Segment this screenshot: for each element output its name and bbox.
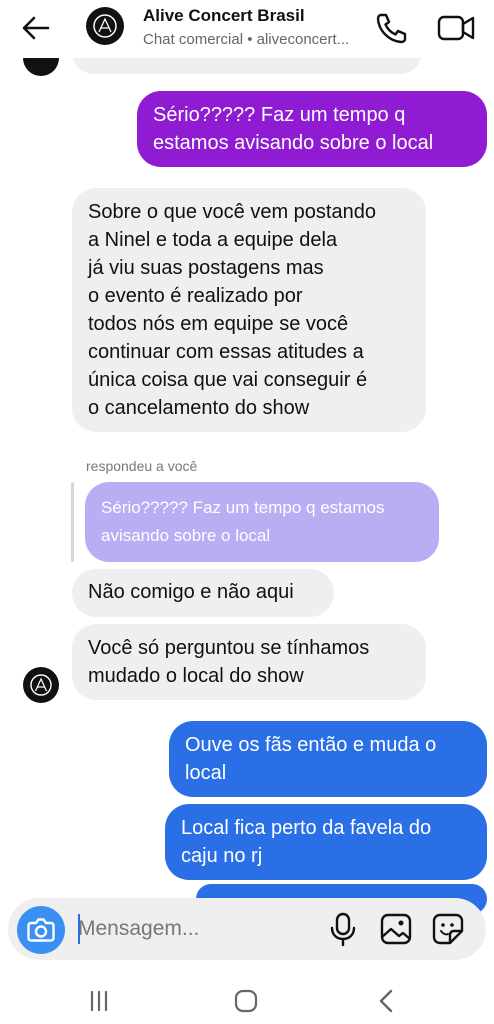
home-button[interactable] <box>231 986 261 1016</box>
message-line: a Ninel e toda a equipe dela <box>88 229 338 251</box>
message-line: Não comigo e não aqui <box>88 581 294 603</box>
message-line: Sobre o que você vem postando <box>88 201 376 223</box>
message-line: caju no rj <box>181 845 263 867</box>
sticker-button[interactable] <box>430 910 466 948</box>
page-title[interactable]: Alive Concert Brasil <box>143 6 305 26</box>
message-line: o evento é realizado por <box>88 285 303 307</box>
message-line: Ouve os fãs então e muda o <box>185 734 437 756</box>
avatar[interactable] <box>86 7 124 45</box>
message-bubble-sent[interactable]: Local fica perto da favela do caju no rj <box>165 804 487 880</box>
video-camera-icon <box>437 15 475 41</box>
system-back-button[interactable] <box>372 986 402 1016</box>
message-line: mudado o local do show <box>88 665 304 687</box>
reply-divider <box>71 482 74 562</box>
text-cursor <box>78 914 80 944</box>
reply-label: respondeu a você <box>86 458 198 474</box>
brand-logo-icon <box>93 14 117 38</box>
image-gallery-icon <box>380 913 412 945</box>
chat-header: Alive Concert Brasil Chat comercial • al… <box>0 0 494 58</box>
message-line: Você só perguntou se tínhamos <box>88 637 370 659</box>
message-line: Sério????? Faz um tempo q <box>153 104 406 126</box>
back-button[interactable] <box>18 10 54 46</box>
chat-subtitle[interactable]: Chat comercial • aliveconcert... <box>143 31 349 48</box>
call-button[interactable] <box>372 10 410 46</box>
microphone-icon <box>330 912 356 947</box>
home-icon <box>234 989 258 1013</box>
message-line: local <box>185 762 227 784</box>
message-bubble-received[interactable]: Você só perguntou se tínhamos mudado o l… <box>72 624 426 700</box>
message-line: já viu suas postagens mas <box>88 257 324 279</box>
message-bubble-sent[interactable]: Ouve os fãs então e muda o local <box>169 721 487 797</box>
recents-icon <box>90 990 108 1012</box>
message-bubble-received[interactable]: Não comigo e não aqui <box>72 569 334 617</box>
video-call-button[interactable] <box>436 10 476 46</box>
message-line: continuar com essas atitudes a <box>88 341 364 363</box>
message-line: todos nós em equipe se você <box>88 313 349 335</box>
camera-icon <box>27 918 55 942</box>
message-bubble-received[interactable]: Sobre o que você vem postando a Ninel e … <box>72 188 426 432</box>
camera-button[interactable] <box>17 906 65 954</box>
avatar[interactable] <box>23 667 59 703</box>
quoted-line: avisando sobre o local <box>101 526 271 545</box>
message-line: Local fica perto da favela do <box>181 817 432 839</box>
phone-icon <box>376 13 407 44</box>
recents-button[interactable] <box>84 986 114 1016</box>
arrow-left-icon <box>22 16 50 40</box>
quoted-message[interactable]: Sério????? Faz um tempo q estamos avisan… <box>85 482 439 562</box>
message-line: o cancelamento do show <box>88 397 310 419</box>
message-line: única coisa que vai conseguir é <box>88 369 368 391</box>
microphone-button[interactable] <box>325 910 361 948</box>
message-bubble-sent[interactable]: Sério????? Faz um tempo q estamos avisan… <box>137 91 487 167</box>
message-line: estamos avisando sobre o local <box>153 132 434 154</box>
message-input[interactable] <box>78 912 308 946</box>
back-chevron-icon <box>379 989 393 1013</box>
sticker-icon <box>432 913 464 945</box>
gallery-button[interactable] <box>378 910 414 948</box>
brand-logo-icon <box>30 674 52 696</box>
quoted-line: Sério????? Faz um tempo q estamos <box>101 498 385 517</box>
